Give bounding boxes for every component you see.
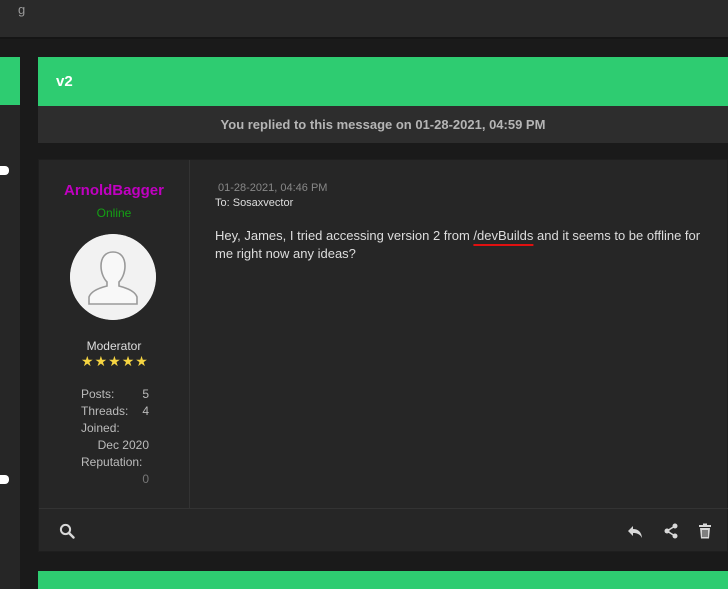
star-icon: ★ — [135, 353, 148, 369]
message-body-link-text: /devBuilds — [473, 228, 534, 243]
star-icon: ★ — [121, 353, 135, 369]
message-body-start: Hey, James, I tried accessing version 2 … — [215, 228, 474, 243]
avatar[interactable] — [70, 234, 156, 320]
sidebar-toggle-bottom[interactable] — [0, 475, 9, 484]
star-icon: ★ — [81, 353, 94, 369]
stat-posts-value: 5 — [142, 387, 149, 401]
stat-joined-label: Joined: — [81, 421, 120, 435]
star-icon: ★ — [94, 353, 108, 369]
left-sidebar — [0, 57, 20, 589]
post-footer — [39, 508, 728, 553]
stat-posts-label: Posts: — [81, 387, 115, 401]
author-role: Moderator — [86, 339, 142, 353]
share-icon[interactable] — [663, 523, 679, 539]
stat-posts: Posts: 5 — [81, 386, 149, 403]
reply-icon[interactable] — [627, 523, 643, 539]
replied-notice: You replied to this message on 01-28-202… — [38, 106, 728, 143]
stat-reputation-label: Reputation: — [81, 455, 143, 469]
author-username[interactable]: ArnoldBagger — [39, 182, 189, 199]
search-icon[interactable] — [59, 523, 75, 539]
page: g v2 You replied to this message on 01-2… — [0, 0, 728, 589]
main-content: v2 You replied to this message on 01-28-… — [38, 57, 728, 589]
star-icon: ★ — [108, 353, 121, 369]
message-content: 01-28-2021, 04:46 PM To: Sosaxvector Hey… — [215, 182, 715, 263]
thread-title: v2 — [56, 73, 73, 90]
next-thread-bar — [38, 571, 728, 589]
online-status: Online — [96, 206, 132, 220]
stat-threads-value: 4 — [142, 404, 149, 418]
thread-title-bar: v2 — [38, 57, 728, 106]
stat-threads-label: Threads: — [81, 404, 129, 418]
message-body: Hey, James, I tried accessing version 2 … — [215, 227, 715, 263]
sidebar-header-bar — [0, 57, 20, 105]
message-post: ArnoldBagger Online Moderator ★ ★ ★ ★ ★ — [38, 159, 728, 552]
author-column: ArnoldBagger Online Moderator ★ ★ ★ ★ ★ — [39, 160, 190, 508]
breadcrumb[interactable]: g — [18, 2, 25, 17]
rank-stars: ★ ★ ★ ★ ★ — [81, 354, 148, 368]
top-bar: g — [0, 0, 728, 39]
message-recipient: To: Sosaxvector — [215, 197, 294, 209]
author-stats: Posts: 5 Threads: 4 Joined: Dec 2020 Rep… — [81, 386, 149, 488]
stat-threads: Threads: 4 — [81, 403, 149, 420]
default-avatar-icon — [70, 234, 156, 320]
sidebar-toggle-top[interactable] — [0, 166, 9, 175]
trash-icon[interactable] — [697, 523, 713, 539]
message-date: 01-28-2021, 04:46 PM — [218, 182, 328, 194]
stat-joined-value: Dec 2020 — [97, 438, 149, 452]
stat-reputation-value: 0 — [142, 472, 149, 486]
